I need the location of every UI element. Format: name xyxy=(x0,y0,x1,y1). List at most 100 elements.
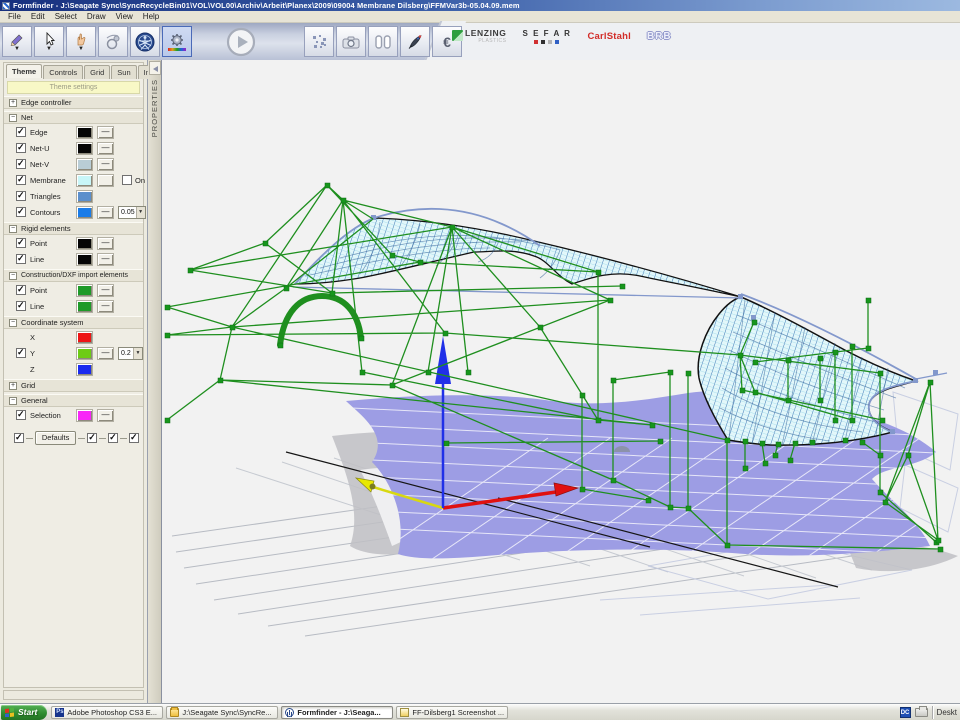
collapse-icon[interactable]: − xyxy=(9,225,17,233)
desktop-toolbar-label[interactable]: Deskt xyxy=(937,708,958,717)
defaults-checkbox-1[interactable] xyxy=(14,433,24,443)
rigid-line-color-swatch[interactable] xyxy=(76,253,93,266)
sefar-logo: S E F A R xyxy=(523,29,572,44)
selection-linestyle-button[interactable]: — xyxy=(97,409,114,422)
lenzing-name: LENZING xyxy=(465,29,507,38)
selection-checkbox[interactable] xyxy=(16,410,26,420)
net-u-checkbox[interactable] xyxy=(16,143,26,153)
menu-edit[interactable]: Edit xyxy=(26,12,50,21)
triangles-color-swatch[interactable] xyxy=(76,190,93,203)
expand-icon[interactable]: + xyxy=(9,99,17,107)
membrane-style-button[interactable]: — xyxy=(97,174,114,187)
rigid-point-checkbox[interactable] xyxy=(16,238,26,248)
camera-button[interactable] xyxy=(336,26,366,57)
expand-icon[interactable]: + xyxy=(9,382,17,390)
dxf-line-checkbox[interactable] xyxy=(16,301,26,311)
defaults-checkbox-3[interactable] xyxy=(108,433,118,443)
binoculars-button[interactable] xyxy=(368,26,398,57)
play-button[interactable] xyxy=(226,27,256,57)
tray-app-icon[interactable]: DC xyxy=(900,707,911,718)
lenzing-sub: PLASTICS xyxy=(465,38,507,44)
triangles-checkbox[interactable] xyxy=(16,191,26,201)
feather-button[interactable] xyxy=(400,26,430,57)
section-net[interactable]: − Net xyxy=(4,111,143,124)
orbit-tool-button[interactable] xyxy=(98,26,128,57)
net-u-linestyle-button[interactable]: — xyxy=(97,142,114,155)
net-u-color-swatch[interactable] xyxy=(76,142,93,155)
axis-y-linestyle-button[interactable]: — xyxy=(97,347,114,360)
menu-help[interactable]: Help xyxy=(138,12,164,21)
dxf-line-linestyle-button[interactable]: — xyxy=(97,300,114,313)
section-general[interactable]: − General xyxy=(4,394,143,407)
dxf-line-color-swatch[interactable] xyxy=(76,300,93,313)
theme-settings-button[interactable] xyxy=(162,26,192,57)
axis-x-color-swatch[interactable] xyxy=(76,331,93,344)
contours-width-dropdown[interactable]: 0.05 ▼ xyxy=(118,206,146,219)
taskbar-item-formfinder[interactable]: Formfinder - J:\Seaga... xyxy=(281,706,393,719)
tab-theme[interactable]: Theme xyxy=(6,64,42,78)
menu-view[interactable]: View xyxy=(111,12,138,21)
tab-controls[interactable]: Controls xyxy=(43,65,83,79)
select-tool-button[interactable]: ▼ xyxy=(34,26,64,57)
net-v-linestyle-button[interactable]: — xyxy=(97,158,114,171)
row-axis-y: Y — 0.2 ▼ xyxy=(4,345,143,361)
menu-select[interactable]: Select xyxy=(50,12,82,21)
axis-y-checkbox[interactable] xyxy=(16,348,26,358)
defaults-checkbox-2[interactable] xyxy=(87,433,97,443)
theme-gradient-icon xyxy=(168,48,186,51)
taskbar-item-screenshot[interactable]: FF-Dilsberg1 Screenshot ... xyxy=(396,706,508,719)
pan-tool-button[interactable]: ▼ xyxy=(66,26,96,57)
axis-z-color-swatch[interactable] xyxy=(76,363,93,376)
printer-icon[interactable] xyxy=(915,708,928,717)
taskbar-item-photoshop[interactable]: Ps Adobe Photoshop CS3 E... xyxy=(51,706,163,719)
collapse-icon[interactable]: − xyxy=(9,272,17,280)
edge-checkbox[interactable] xyxy=(16,127,26,137)
rigid-line-linestyle-button[interactable]: — xyxy=(97,253,114,266)
axis-y-color-swatch[interactable] xyxy=(76,347,93,360)
sefar-square xyxy=(548,40,552,44)
menu-draw[interactable]: Draw xyxy=(82,12,111,21)
rigid-line-checkbox[interactable] xyxy=(16,254,26,264)
section-dxf-elements[interactable]: − Construction/DXF import elements xyxy=(4,269,143,282)
membrane-color-swatch[interactable] xyxy=(76,174,93,187)
contours-linestyle-button[interactable]: — xyxy=(97,206,114,219)
edge-color-swatch[interactable] xyxy=(76,126,93,139)
dxf-point-checkbox[interactable] xyxy=(16,285,26,295)
dropdown-arrow-icon: ▼ xyxy=(133,348,142,359)
taskbar-item-explorer[interactable]: J:\Seagate Sync\SyncRe... xyxy=(166,706,278,719)
viewport-3d[interactable] xyxy=(162,60,960,703)
membrane-on-checkbox[interactable] xyxy=(122,175,132,185)
edge-linestyle-button[interactable]: — xyxy=(97,126,114,139)
dxf-point-linestyle-button[interactable]: — xyxy=(97,284,114,297)
membrane-checkbox[interactable] xyxy=(16,175,26,185)
menu-file[interactable]: File xyxy=(3,12,26,21)
section-edge-controller[interactable]: + Edge controller xyxy=(4,96,143,109)
row-axis-x: X xyxy=(4,329,143,345)
collapse-panel-button[interactable] xyxy=(149,61,161,75)
defaults-button[interactable]: Defaults xyxy=(35,431,77,445)
particles-button[interactable] xyxy=(304,26,334,57)
net-v-color-swatch[interactable] xyxy=(76,158,93,171)
vitruvian-man-button[interactable] xyxy=(130,26,160,57)
rigid-point-color-swatch[interactable] xyxy=(76,237,93,250)
axis-y-width-dropdown[interactable]: 0.2 ▼ xyxy=(118,347,143,360)
collapse-icon[interactable]: − xyxy=(9,114,17,122)
dxf-point-color-swatch[interactable] xyxy=(76,284,93,297)
defaults-checkbox-4[interactable] xyxy=(129,433,139,443)
tab-sun[interactable]: Sun xyxy=(111,65,136,79)
start-button[interactable]: Start xyxy=(1,705,47,720)
section-grid[interactable]: + Grid xyxy=(4,379,143,392)
contours-color-swatch[interactable] xyxy=(76,206,93,219)
contours-checkbox[interactable] xyxy=(16,207,26,217)
section-rigid-elements[interactable]: − Rigid elements xyxy=(4,222,143,235)
tab-grid[interactable]: Grid xyxy=(84,65,110,79)
selection-color-swatch[interactable] xyxy=(76,409,93,422)
collapse-icon[interactable]: − xyxy=(9,397,17,405)
draw-tool-button[interactable]: ▼ xyxy=(2,26,32,57)
properties-strip[interactable]: PROPERTIES xyxy=(148,60,162,703)
net-v-checkbox[interactable] xyxy=(16,159,26,169)
section-coordinate-system[interactable]: − Coordinate system xyxy=(4,316,143,329)
collapse-icon[interactable]: − xyxy=(9,319,17,327)
brb-logo: BRB xyxy=(647,31,672,42)
rigid-point-linestyle-button[interactable]: — xyxy=(97,237,114,250)
